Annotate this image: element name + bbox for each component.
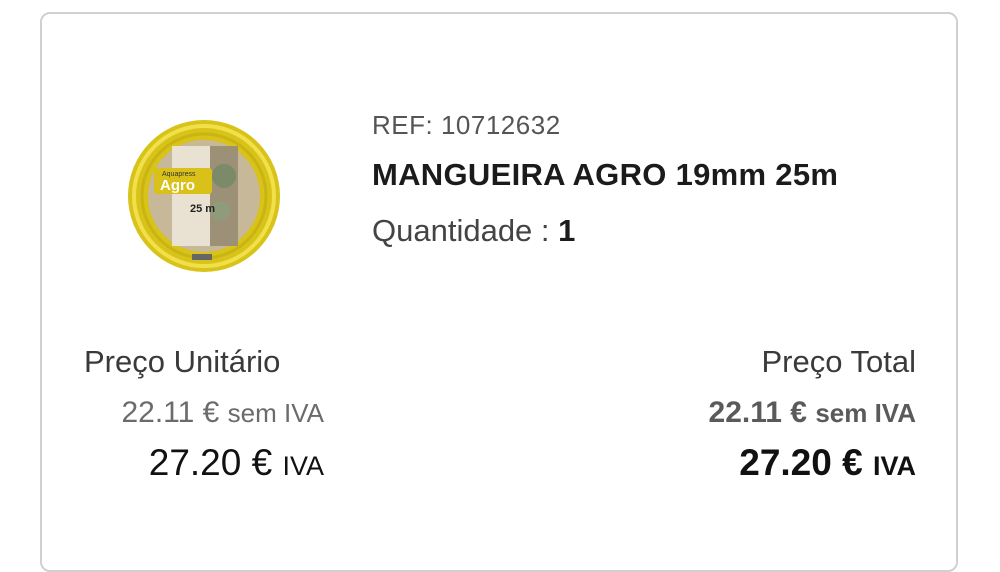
unit-price-label: Preço Unitário xyxy=(84,344,281,379)
unit-price-net-suffix: sem IVA xyxy=(227,398,324,428)
total-price-net: 22.11 € sem IVA xyxy=(709,396,916,430)
ref-label: REF: xyxy=(372,110,434,140)
unit-price-net: 22.11 € sem IVA xyxy=(84,396,324,430)
total-price-label: Preço Total xyxy=(761,344,916,379)
product-info: REF: 10712632 MANGUEIRA AGRO 19mm 25m Qu… xyxy=(372,110,838,249)
unit-price-gross-suffix: IVA xyxy=(282,451,324,481)
quantity-label: Quantidade : xyxy=(372,213,550,248)
product-quantity: Quantidade : 1 xyxy=(372,213,838,249)
unit-price-section: Preço Unitário 22.11 € sem IVA 27.20 € I… xyxy=(84,344,324,484)
hose-reel-picture: Aquapress Agro 25 m xyxy=(128,120,280,272)
unit-price-gross: 27.20 € IVA xyxy=(84,442,324,484)
unit-price-gross-value: 27.20 € xyxy=(148,442,273,483)
product-image[interactable]: Aquapress Agro 25 m xyxy=(124,116,284,276)
cart-item-card: Aquapress Agro 25 m REF: 10712632 MANGUE… xyxy=(40,12,958,572)
reel-brand: Agro xyxy=(160,177,195,194)
total-price-gross-suffix: IVA xyxy=(872,451,916,481)
quantity-value: 1 xyxy=(558,213,576,248)
product-ref: REF: 10712632 xyxy=(372,110,838,141)
total-price-net-suffix: sem IVA xyxy=(815,398,916,428)
total-price-gross-value: 27.20 € xyxy=(739,442,863,483)
reel-length: 25 m xyxy=(190,203,215,215)
total-price-net-value: 22.11 € xyxy=(708,396,807,429)
ref-value: 10712632 xyxy=(440,110,561,140)
total-price-section: Preço Total 22.11 € sem IVA 27.20 € IVA xyxy=(709,344,916,484)
product-name[interactable]: MANGUEIRA AGRO 19mm 25m xyxy=(372,157,838,193)
total-price-gross: 27.20 € IVA xyxy=(709,442,916,484)
unit-price-net-value: 22.11 € xyxy=(121,396,220,429)
